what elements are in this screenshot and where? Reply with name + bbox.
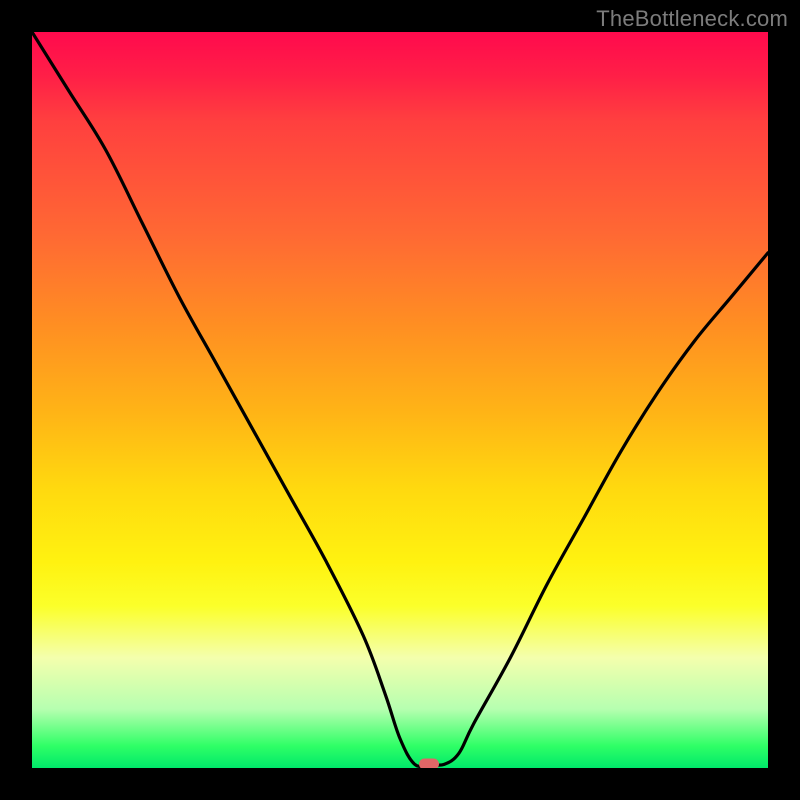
watermark-text: TheBottleneck.com [596, 6, 788, 32]
chart-frame: TheBottleneck.com [0, 0, 800, 800]
bottleneck-curve [32, 32, 768, 768]
plot-area [32, 32, 768, 768]
minimum-marker [419, 759, 439, 768]
